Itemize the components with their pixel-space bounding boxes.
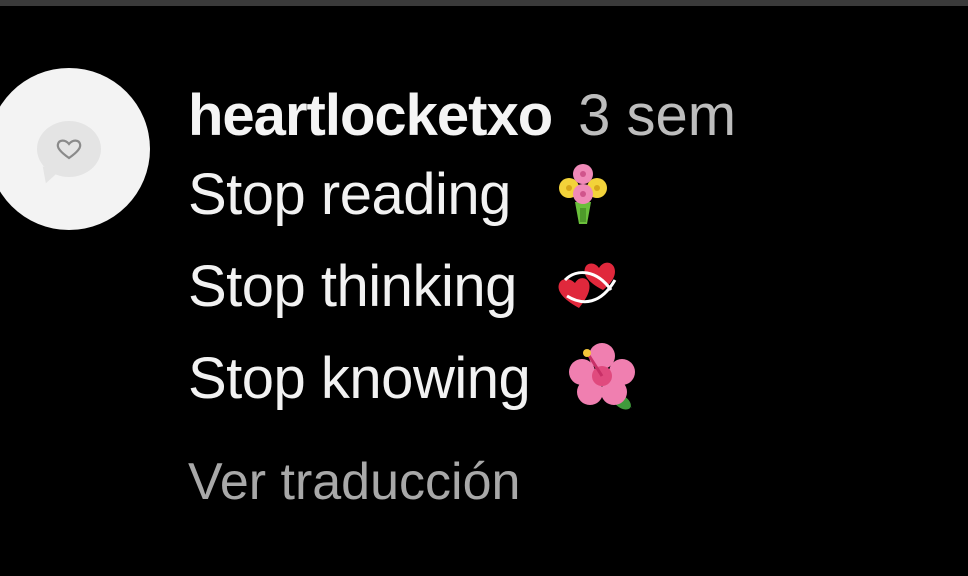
two-hearts-icon bbox=[553, 250, 625, 322]
heart-outline-icon bbox=[56, 139, 82, 160]
comment: heartlocketxo 3 sem Stop reading Stop th… bbox=[0, 6, 968, 576]
comment-line-text: Stop knowing bbox=[188, 345, 531, 411]
username[interactable]: heartlocketxo bbox=[188, 82, 553, 149]
bouquet-icon bbox=[547, 158, 619, 230]
comment-line: Stop knowing bbox=[188, 332, 948, 424]
comment-line-text: Stop thinking bbox=[188, 253, 517, 319]
hibiscus-icon bbox=[566, 342, 638, 414]
comment-line-text: Stop reading bbox=[188, 161, 511, 227]
comment-body: heartlocketxo 3 sem Stop reading Stop th… bbox=[188, 82, 948, 512]
comment-line: Stop thinking bbox=[188, 240, 948, 332]
comment-line: Stop reading bbox=[188, 148, 948, 240]
see-translation-link[interactable]: Ver traducción bbox=[188, 452, 948, 512]
timestamp[interactable]: 3 sem bbox=[578, 82, 736, 149]
comment-header: heartlocketxo 3 sem bbox=[188, 82, 948, 148]
avatar-bubble-icon bbox=[37, 121, 101, 177]
avatar[interactable] bbox=[0, 68, 150, 230]
